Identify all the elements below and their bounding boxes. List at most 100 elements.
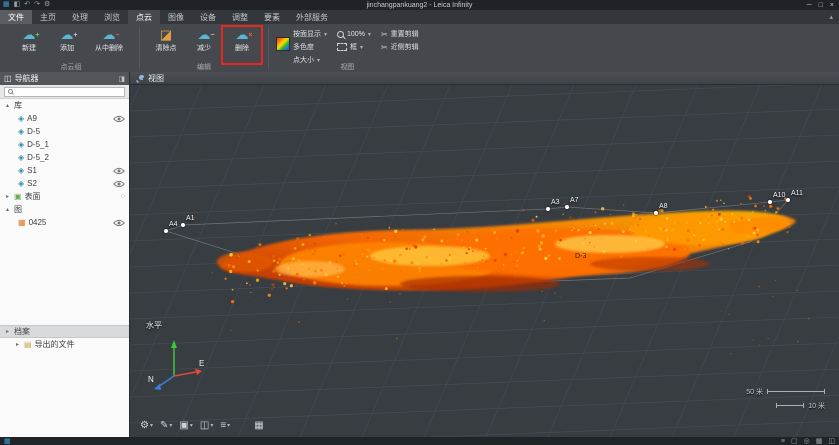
zoom-dropdown[interactable]: 100% ▾: [337, 28, 371, 40]
expand-icon[interactable]: ▸: [14, 341, 21, 348]
ribbon-separator: [268, 27, 269, 69]
viewport-toolbar: ⚙▾ ✎▾ ▣▾ ◫▾ ≡▾ ▦: [140, 420, 264, 431]
ribbon-group-edit: ◪ 清除点 ☁− 减少 ☁× 删除 编辑: [141, 24, 267, 72]
monitor-icon[interactable]: ▢: [791, 437, 798, 445]
ribbon-group-view: 按面显示 ▾ 多色度 点大小 ▾ 100% ▾: [270, 24, 425, 72]
tree-item[interactable]: ▦ 0425: [0, 216, 129, 229]
navigator-panel: ◫ 导航器 ◨ ▴ 库 ◈ A9: [0, 72, 130, 437]
delete-button[interactable]: ☁× 删除: [223, 26, 261, 53]
navigator-window-icon: ◫: [4, 74, 12, 83]
chevron-down-icon: ▾: [150, 422, 153, 429]
windows-status-icon[interactable]: ◫: [828, 437, 835, 445]
shading-button[interactable]: ◫▾: [200, 420, 213, 431]
tree-item[interactable]: ◈ D-5_1: [0, 138, 129, 151]
near-clip-button[interactable]: ✂ 近侧剪辑: [381, 41, 419, 53]
expand-icon[interactable]: ▸: [4, 328, 11, 335]
grid-toggle-button[interactable]: ▦: [254, 420, 263, 431]
group-label-edit: 编辑: [141, 62, 267, 72]
visibility-eye-icon[interactable]: [113, 115, 125, 123]
tab-features[interactable]: 要素: [256, 10, 288, 24]
layers-status-icon[interactable]: ≡: [781, 438, 785, 445]
tab-home[interactable]: 主页: [32, 10, 64, 24]
tree-item[interactable]: ◈ D-5: [0, 125, 129, 138]
view-mode-button[interactable]: ≡▾: [220, 420, 230, 431]
tab-file[interactable]: 文件: [0, 10, 32, 24]
tab-pointcloud[interactable]: 点云: [128, 10, 160, 24]
tab-services[interactable]: 外部服务: [288, 10, 336, 24]
tree-item[interactable]: ◈ A9: [0, 112, 129, 125]
viewport-canvas[interactable]: A4 A1 A3 A7 A8 A10 A11 D-3 水平: [130, 85, 839, 437]
collapse-icon[interactable]: ▴: [4, 206, 11, 213]
tab-device[interactable]: 设备: [192, 10, 224, 24]
visibility-eye-icon[interactable]: [113, 167, 125, 175]
surface-icon: ▣: [14, 192, 22, 201]
maximize-button[interactable]: □: [819, 2, 823, 9]
grid-status-icon[interactable]: ▦: [816, 437, 823, 445]
navigator-tree: ▴ 库 ◈ A9 ◈ D-5 ◈ D-5_1 ◈ D-: [0, 99, 129, 437]
pencil-icon: ✎: [160, 420, 168, 431]
marker-dot-icon: [164, 229, 168, 233]
scale-ruler-near: [776, 405, 804, 406]
navigator-title: 导航器: [15, 73, 39, 84]
snap-target-icon[interactable]: ◎: [804, 437, 810, 445]
visibility-circle-icon[interactable]: ○: [121, 193, 125, 200]
tab-processing[interactable]: 处理: [64, 10, 96, 24]
button-label: 近侧剪辑: [391, 42, 419, 52]
tab-image[interactable]: 图像: [160, 10, 192, 24]
new-pointcloud-button[interactable]: ☁+ 新建: [10, 26, 48, 53]
expand-icon[interactable]: ▸: [4, 193, 11, 200]
button-label: 添加: [60, 43, 74, 53]
tab-browse[interactable]: 浏览: [96, 10, 128, 24]
tree-group-surfaces[interactable]: ▸ ▣ 表面 ○: [0, 190, 129, 203]
tree-label: 导出的文件: [35, 339, 75, 350]
scene-svg: [130, 85, 839, 437]
marker-label: A10: [773, 192, 785, 199]
box-dropdown[interactable]: 框 ▾: [337, 41, 371, 53]
layers-icon: ≡: [220, 420, 226, 431]
reduce-points-button[interactable]: ☁− 减少: [185, 26, 223, 53]
marker-dot-icon: [181, 223, 185, 227]
scan-station-icon: ◈: [18, 166, 24, 175]
minimize-button[interactable]: ─: [807, 2, 812, 9]
navigator-search-input[interactable]: [16, 88, 121, 96]
close-button[interactable]: ×: [830, 2, 834, 9]
pin-icon[interactable]: ◨: [118, 75, 125, 83]
button-label: 新建: [22, 43, 36, 53]
surface-display-dropdown[interactable]: 按面显示 ▾: [293, 28, 327, 40]
tree-label: D-5: [27, 127, 40, 136]
viewport-settings-button[interactable]: ⚙▾: [140, 420, 153, 431]
viewport: 视图: [130, 72, 839, 437]
ribbon-collapse-icon[interactable]: ▴: [829, 13, 833, 21]
button-label: 从中删除: [95, 43, 123, 53]
tree-group-library[interactable]: ▴ 库: [0, 99, 129, 112]
visibility-eye-icon[interactable]: [113, 219, 125, 227]
tree-item-exported-files[interactable]: ▸ ▤ 导出的文件: [0, 338, 129, 351]
annotate-button[interactable]: ✎▾: [160, 420, 172, 431]
tree-item[interactable]: ◈ S2: [0, 177, 129, 190]
add-to-pointcloud-button[interactable]: ☁+ 添加: [48, 26, 86, 53]
tree-label: 表面: [25, 191, 41, 202]
tree-item[interactable]: ◈ D-5_2: [0, 151, 129, 164]
collapse-icon[interactable]: ▴: [4, 102, 11, 109]
scissors-icon: ✂: [381, 43, 388, 52]
tree-item[interactable]: ◈ S1: [0, 164, 129, 177]
tree-group-archive[interactable]: ▸ 档案: [0, 325, 129, 338]
tree-group-images[interactable]: ▴ 图: [0, 203, 129, 216]
scan-station-icon: ◈: [18, 127, 24, 136]
scissors-icon: ✂: [381, 30, 388, 39]
tab-adjust[interactable]: 调整: [224, 10, 256, 24]
projection-button[interactable]: ▣▾: [179, 420, 192, 431]
multicolor-option[interactable]: 多色度: [293, 41, 327, 53]
clear-points-button[interactable]: ◪ 清除点: [147, 26, 185, 53]
east-axis-label: E: [199, 359, 204, 368]
reset-clip-button[interactable]: ✂ 重置剪辑: [381, 28, 419, 40]
cloud-new-icon: ☁+: [23, 28, 36, 42]
remove-from-pointcloud-button[interactable]: ☁− 从中删除: [86, 26, 132, 53]
application-window: ▦ ◧ ↶ ↷ ⚙ jinchangpankuang2 - Leica Infi…: [0, 0, 839, 445]
eraser-icon: ◪: [160, 28, 172, 42]
axes-icon: E N: [146, 332, 208, 392]
visibility-eye-icon[interactable]: [113, 180, 125, 188]
button-label: 减少: [197, 43, 211, 53]
marker-dot-icon: [565, 205, 569, 209]
marker-label: A4: [169, 221, 178, 228]
